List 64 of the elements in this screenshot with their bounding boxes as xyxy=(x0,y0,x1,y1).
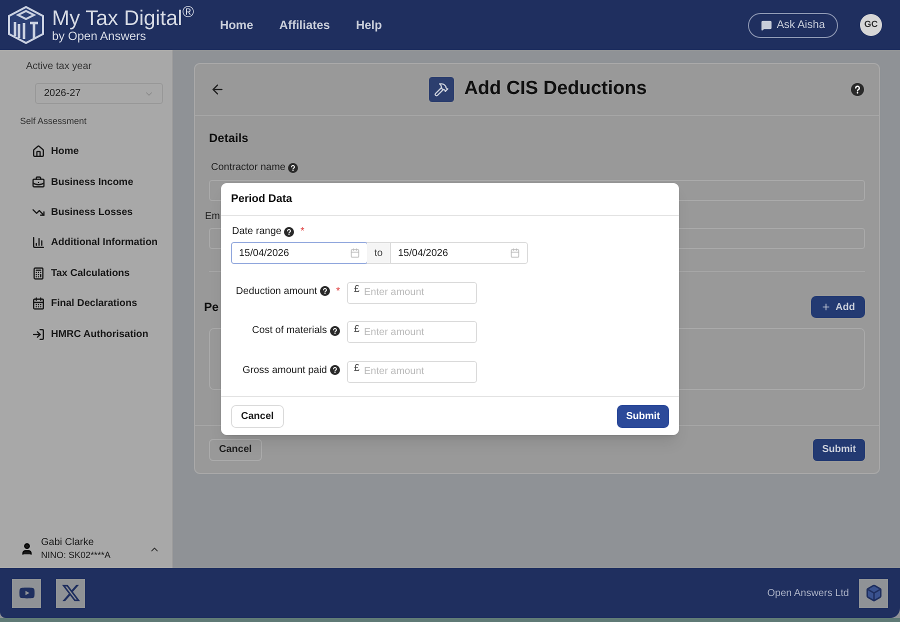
field-label: Cost of materials xyxy=(252,324,327,338)
sidebar-item[interactable]: Additional Information xyxy=(0,228,172,258)
brand-byline: by Open Answers xyxy=(52,30,146,42)
currency-symbol: £ xyxy=(354,322,360,336)
currency-symbol: £ xyxy=(354,362,360,376)
tools-icon xyxy=(429,77,454,102)
sidebar-item[interactable]: HMRC Authorisation xyxy=(0,318,172,350)
cube-logo-icon xyxy=(6,5,46,45)
user-nino: NINO: SK02****A xyxy=(41,550,111,561)
range-separator: to xyxy=(367,243,390,263)
sidebar-item[interactable]: Tax Calculations xyxy=(0,258,172,288)
company-name: Open Answers Ltd xyxy=(767,586,849,600)
login-icon xyxy=(32,328,45,341)
help-icon[interactable] xyxy=(320,286,330,296)
required-mark: * xyxy=(300,225,304,239)
sidebar-item[interactable]: Home xyxy=(0,136,172,167)
submit-button[interactable]: Submit xyxy=(813,438,865,460)
end-date-field[interactable]: 15/04/2026 xyxy=(390,243,527,263)
cube-icon xyxy=(859,578,888,608)
nav-link[interactable]: Home xyxy=(220,16,254,34)
field-label: Contractor name xyxy=(211,161,286,175)
dialog-cancel-button[interactable]: Cancel xyxy=(231,404,284,428)
video-play-icon[interactable] xyxy=(12,578,41,608)
dialog-submit-button[interactable]: Submit xyxy=(617,404,669,428)
x-logo-icon[interactable] xyxy=(56,578,85,608)
nav-link[interactable]: Help xyxy=(356,16,382,34)
dialog-title: Period Data xyxy=(231,192,292,207)
home-icon xyxy=(32,145,45,158)
user-avatar[interactable]: GC xyxy=(860,14,882,36)
plus-icon xyxy=(820,302,831,312)
calculator-icon xyxy=(32,266,45,280)
page-title: Add CIS Deductions xyxy=(464,77,647,102)
field-label: Date range xyxy=(232,225,282,239)
calendar-icon xyxy=(350,248,360,258)
chat-icon xyxy=(760,20,772,30)
user-name: Gabi Clarke xyxy=(41,537,95,550)
user-icon xyxy=(20,542,34,556)
sidebar-item[interactable]: Business Income xyxy=(0,166,172,198)
section-label: Self Assessment xyxy=(20,115,88,128)
sidebar-item[interactable]: Business Losses xyxy=(0,197,172,228)
brand-name: My Tax Digital$^{®}$ xyxy=(52,8,194,29)
help-icon[interactable] xyxy=(330,365,340,376)
help-icon[interactable] xyxy=(288,162,298,172)
required-mark: * xyxy=(336,284,340,299)
field-label: Gross amount paid xyxy=(242,364,327,378)
field-label: Deduction amount xyxy=(236,284,318,299)
help-icon[interactable] xyxy=(851,83,864,96)
help-icon[interactable] xyxy=(284,226,294,236)
ask-assistant-button[interactable]: Ask Aisha xyxy=(748,12,838,38)
cancel-button[interactable]: Cancel xyxy=(209,438,262,460)
chart-icon xyxy=(32,236,45,250)
sidebar-item[interactable]: Final Declarations xyxy=(0,288,172,319)
tax-year-select[interactable]: 2026-27 xyxy=(35,83,163,104)
currency-symbol: £ xyxy=(354,283,360,297)
add-button[interactable]: Add xyxy=(810,296,865,318)
details-heading: Details xyxy=(209,130,250,147)
field-label: Em xyxy=(205,210,220,224)
tax-year-label: Active tax year xyxy=(26,60,93,74)
nav-link[interactable]: Affiliates xyxy=(279,16,330,34)
calendar-icon xyxy=(510,248,520,258)
section-heading: Pe xyxy=(204,299,219,316)
help-icon[interactable] xyxy=(330,326,340,336)
calendar-icon xyxy=(32,297,45,310)
briefcase-icon xyxy=(32,176,45,189)
